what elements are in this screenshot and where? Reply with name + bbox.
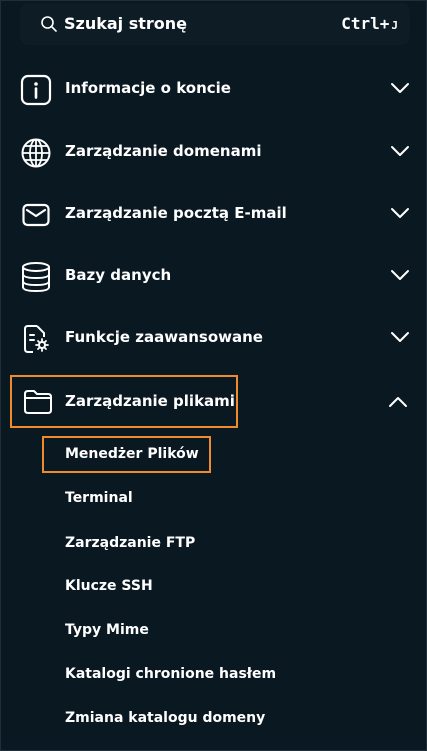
search-label: Szukaj stronę — [64, 14, 188, 33]
search-shortcut: Ctrl+ J — [341, 14, 398, 33]
menu-item-label: Zarządzanie pocztą E-mail — [65, 204, 287, 222]
globe-icon — [21, 138, 51, 168]
submenu-item-file-manager[interactable]: Menedżer Plików — [65, 446, 199, 462]
advanced-settings-icon — [24, 325, 49, 353]
shortcut-key: J — [391, 19, 398, 32]
search-box[interactable]: Szukaj stronę Ctrl+ J — [20, 3, 410, 45]
menu-item-label: Funkcje zaawansowane — [65, 328, 263, 346]
menu-item-advanced[interactable]: Funkcje zaawansowane — [10, 312, 410, 362]
menu-item-domains[interactable]: Zarządzanie domenami — [10, 126, 410, 176]
submenu-item-protected-dirs[interactable]: Katalogi chronione hasłem — [65, 666, 276, 682]
chevron-down-icon[interactable] — [390, 207, 410, 219]
folder-icon — [24, 390, 52, 414]
mail-icon — [22, 203, 50, 227]
menu-item-label: Informacje o koncie — [65, 79, 231, 97]
submenu-item-terminal[interactable]: Terminal — [65, 490, 133, 506]
menu-item-databases[interactable]: Bazy danych — [10, 250, 410, 300]
shortcut-modifier: Ctrl+ — [341, 14, 390, 33]
info-icon — [20, 74, 52, 106]
menu-item-account-info[interactable]: Informacje o koncie — [10, 63, 410, 113]
chevron-up-icon[interactable] — [388, 396, 408, 408]
submenu-item-domain-dir[interactable]: Zmiana katalogu domeny — [65, 710, 265, 726]
menu-item-label: Zarządzanie plikami — [65, 392, 235, 410]
menu-item-label: Zarządzanie domenami — [65, 142, 262, 160]
submenu-item-ftp[interactable]: Zarządzanie FTP — [65, 535, 195, 551]
chevron-down-icon[interactable] — [390, 145, 410, 157]
search-icon — [41, 16, 57, 32]
database-icon — [22, 262, 50, 293]
menu-item-label: Bazy danych — [65, 266, 172, 284]
chevron-down-icon[interactable] — [390, 269, 410, 281]
submenu-item-mime-types[interactable]: Typy Mime — [65, 622, 149, 638]
menu-item-email[interactable]: Zarządzanie pocztą E-mail — [10, 188, 410, 238]
submenu-item-ssh-keys[interactable]: Klucze SSH — [65, 578, 153, 594]
menu-item-file-management[interactable]: Zarządzanie plikami — [10, 375, 238, 428]
chevron-down-icon[interactable] — [390, 331, 410, 343]
chevron-down-icon[interactable] — [390, 82, 410, 94]
